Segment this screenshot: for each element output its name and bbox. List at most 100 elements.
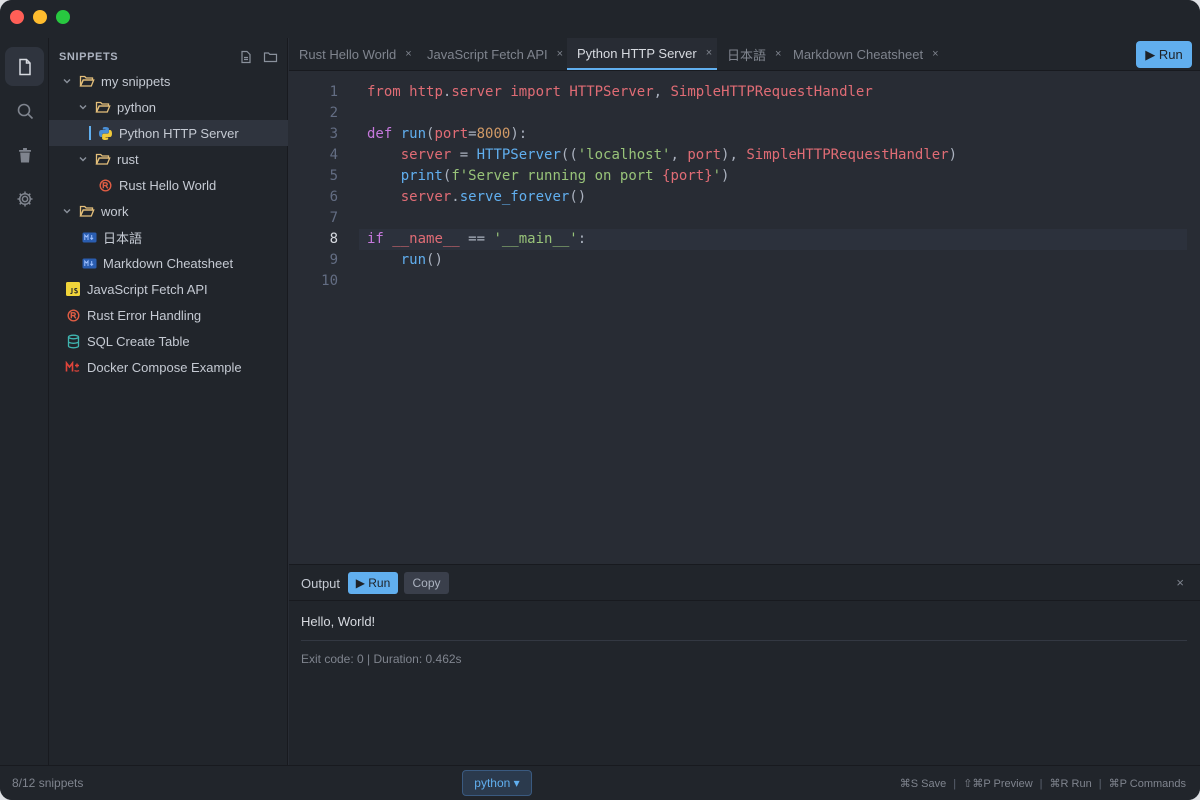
tab-close-icon[interactable]: × [932, 48, 938, 60]
folder-open-icon [79, 203, 95, 219]
editor-tab[interactable]: 日本語 × [717, 38, 783, 70]
language-selector[interactable]: python ▾ [462, 770, 532, 796]
search-icon [17, 103, 33, 119]
window-minimize-button[interactable] [33, 10, 47, 24]
titlebar [0, 0, 1200, 38]
line-number: 9 [329, 252, 338, 268]
chevron-down-icon[interactable] [77, 101, 89, 113]
output-exit-info: Exit code: 0 | Duration: 0.462s [301, 652, 462, 666]
snippet-item[interactable]: JavaScript Fetch API [49, 276, 288, 302]
new-folder-button[interactable] [261, 48, 279, 66]
python-icon [97, 125, 113, 141]
snippet-item[interactable]: Markdown Cheatsheet [49, 250, 288, 276]
code-token: 'localhost' [577, 147, 671, 163]
file-icon [18, 58, 31, 75]
output-divider [301, 640, 1187, 641]
shortcut-hint: ⌘P Commands [1108, 778, 1186, 790]
output-close-icon[interactable]: × [1176, 575, 1184, 590]
window-maximize-button[interactable] [56, 10, 70, 24]
run-button[interactable]: ▶ Run [1136, 41, 1192, 68]
selection-indicator [89, 126, 91, 140]
tree-item-label: my snippets [101, 73, 171, 89]
tab-close-icon[interactable]: × [557, 48, 563, 60]
new-folder-icon [263, 52, 277, 63]
output-text: Hello, World! [301, 614, 376, 629]
code-token: server [400, 147, 460, 163]
tab-label: 日本語 [727, 47, 767, 63]
tree-item-label: Docker Compose Example [87, 359, 242, 375]
markdown-icon [81, 255, 97, 271]
snippet-item[interactable]: SQL Create Table [49, 328, 288, 354]
chevron-down-icon[interactable] [61, 75, 73, 87]
tree-item-label: Markdown Cheatsheet [103, 255, 234, 271]
code-token: , [653, 84, 671, 100]
tab-close-icon[interactable]: × [775, 48, 781, 60]
folder-item[interactable]: work [49, 198, 288, 224]
chevron-down-icon[interactable] [61, 205, 73, 217]
code-token: ), [721, 147, 747, 163]
code-token: ): [510, 126, 528, 142]
rust-icon [65, 307, 81, 323]
tree-item-label: JavaScript Fetch API [87, 281, 208, 297]
tab-label: JavaScript Fetch API [427, 46, 548, 62]
code-token: port [687, 147, 722, 163]
code-token: , [670, 147, 688, 163]
tab-close-icon[interactable]: × [706, 47, 712, 59]
editor-tab[interactable]: Markdown Cheatsheet × [783, 38, 943, 70]
code-token: SimpleHTTPRequestHandler [670, 84, 873, 100]
snippet-item[interactable]: 日本語 [49, 224, 288, 250]
search-view-button[interactable] [5, 91, 44, 130]
folder-item[interactable]: my snippets [49, 68, 288, 94]
output-copy-button[interactable]: Copy [404, 572, 449, 594]
sidebar: SNIPPETS my snippets python Python HTTP Se… [49, 38, 288, 765]
code-token: (( [560, 147, 578, 163]
shortcut-hint: ⇧⌘P Preview [963, 778, 1033, 790]
code-token: () [569, 189, 587, 205]
settings-view-button[interactable] [5, 179, 44, 218]
database-icon [65, 333, 81, 349]
trash-view-button[interactable] [5, 135, 44, 174]
code-line: run() [367, 250, 443, 271]
code-token: __name__ [392, 231, 469, 247]
snippet-item[interactable]: Docker Compose Example [49, 354, 288, 380]
folder-item[interactable]: rust [49, 146, 288, 172]
code-token: = [468, 126, 477, 142]
code-line: server = HTTPServer(('localhost', port),… [367, 145, 957, 166]
folder-open-icon [79, 73, 95, 89]
editor-tab[interactable]: Rust Hello World × [289, 38, 417, 70]
code-token: HTTPServer [569, 84, 654, 100]
activity-bar [0, 38, 49, 765]
snippets-view-button[interactable] [5, 47, 44, 86]
markdown-icon [81, 229, 97, 245]
tab-label: Rust Hello World [299, 46, 397, 62]
javascript-icon [65, 281, 81, 297]
chevron-down-icon[interactable] [77, 153, 89, 165]
tree-item-label: 日本語 [103, 230, 143, 246]
sidebar-header: SNIPPETS [59, 44, 279, 70]
code-token: def [367, 126, 401, 142]
editor-tab[interactable]: Python HTTP Server × [567, 38, 717, 70]
code-token: ' [712, 168, 722, 184]
folder-open-icon [95, 99, 111, 115]
snippet-item[interactable]: Rust Hello World [49, 172, 288, 198]
window-close-button[interactable] [10, 10, 24, 24]
snippet-item[interactable]: Python HTTP Server [49, 120, 288, 146]
code-token: from [367, 84, 410, 100]
shortcut-separator: | [953, 778, 957, 790]
code-token: ) [721, 168, 730, 184]
editor-tab[interactable]: JavaScript Fetch API × [417, 38, 567, 70]
output-run-button[interactable]: ▶ Run [348, 572, 398, 594]
line-number: 8 [329, 231, 338, 247]
tree-item-label: Rust Hello World [119, 177, 217, 193]
line-number: 7 [329, 210, 338, 226]
code-token: port [434, 126, 469, 142]
folder-item[interactable]: python [49, 94, 288, 120]
new-snippet-button[interactable] [237, 48, 255, 66]
snippet-item[interactable]: Rust Error Handling [49, 302, 288, 328]
code-editor[interactable]: 1 from http.server import HTTPServer, Sim… [289, 71, 1200, 564]
tree-item-label: SQL Create Table [87, 333, 190, 349]
tab-close-icon[interactable]: × [405, 48, 411, 60]
tab-label: Python HTTP Server [577, 45, 697, 61]
code-token: import [510, 84, 570, 100]
